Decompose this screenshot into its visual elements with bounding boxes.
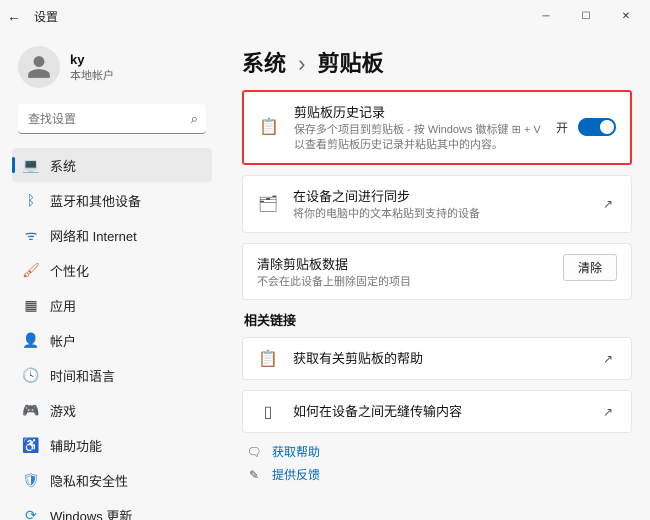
sidebar-item-label: 隐私和安全性 — [50, 471, 128, 490]
apps-icon: ▦ — [22, 297, 40, 314]
close-button[interactable]: ✕ — [606, 2, 646, 30]
update-icon: ⟳ — [22, 507, 40, 520]
card-title: 剪贴板历史记录 — [294, 102, 542, 121]
main-panel: 系统 › 剪贴板 📋 剪贴板历史记录 保存多个项目到剪贴板 - 按 Window… — [220, 32, 650, 520]
sidebar-item-personalization[interactable]: 🖌 个性化 — [12, 253, 212, 287]
sidebar-item-label: 时间和语言 — [50, 366, 115, 385]
app-title: 设置 — [34, 8, 58, 25]
breadcrumb-sep: › — [298, 51, 305, 76]
gaming-icon: 🎮 — [22, 402, 40, 419]
related-link-help-clipboard[interactable]: 📋 获取有关剪贴板的帮助 ↗ — [242, 337, 632, 380]
help-icon: 🗨 — [246, 445, 262, 459]
maximize-button[interactable]: ☐ — [566, 2, 606, 30]
open-external-icon[interactable]: ↗ — [599, 405, 617, 419]
sidebar-item-network[interactable]: ᯤ 网络和 Internet — [12, 218, 212, 252]
nav: 💻系统 ᛒ蓝牙和其他设备 ᯤ网络和 Internet 🖌个性化 ▦应用 👤帐户 … — [12, 148, 212, 520]
sidebar-item-label: Windows 更新 — [50, 506, 132, 520]
card-subtitle: 将你的电脑中的文本粘贴到支持的设备 — [293, 207, 585, 222]
link-label: 提供反馈 — [272, 466, 320, 483]
accessibility-icon: ♿ — [22, 437, 40, 454]
card-title: 在设备之间进行同步 — [293, 186, 585, 205]
sidebar-item-bluetooth[interactable]: ᛒ 蓝牙和其他设备 — [12, 183, 212, 217]
clipboard-icon: 📋 — [258, 117, 280, 137]
search-input[interactable] — [18, 104, 206, 134]
card-subtitle: 不会在此设备上删除固定的项目 — [257, 275, 549, 290]
wifi-icon: ᯤ — [22, 226, 40, 245]
sidebar-item-label: 系统 — [50, 156, 76, 175]
give-feedback-link[interactable]: ✎ 提供反馈 — [246, 466, 632, 483]
card-title: 清除剪贴板数据 — [257, 254, 549, 273]
clear-button[interactable]: 清除 — [563, 254, 617, 281]
card-clipboard-history: 📋 剪贴板历史记录 保存多个项目到剪贴板 - 按 Windows 徽标键 ⊞ +… — [242, 90, 632, 165]
user-name: ky — [70, 52, 114, 67]
user-block[interactable]: ky 本地帐户 — [12, 40, 212, 98]
sidebar-item-label: 个性化 — [50, 261, 89, 280]
breadcrumb: 系统 › 剪贴板 — [242, 46, 632, 78]
feedback-icon: ✎ — [246, 468, 262, 482]
search-icon: ⌕ — [191, 111, 198, 127]
sidebar-item-gaming[interactable]: 🎮 游戏 — [12, 393, 212, 427]
card-sync[interactable]: 🗂 在设备之间进行同步 将你的电脑中的文本粘贴到支持的设备 ↗ — [242, 175, 632, 233]
back-button[interactable]: ← — [4, 8, 24, 24]
sidebar-item-label: 游戏 — [50, 401, 76, 420]
sidebar-item-accessibility[interactable]: ♿ 辅助功能 — [12, 428, 212, 462]
device-icon: ▯ — [257, 402, 279, 422]
user-subtitle: 本地帐户 — [70, 67, 114, 83]
search-wrap: ⌕ — [18, 104, 206, 134]
breadcrumb-root[interactable]: 系统 — [242, 51, 286, 76]
open-external-icon[interactable]: ↗ — [599, 352, 617, 366]
bluetooth-icon: ᛒ — [22, 192, 40, 208]
sidebar-item-label: 帐户 — [50, 331, 76, 350]
avatar — [18, 46, 60, 88]
person-icon — [26, 54, 52, 80]
link-label: 获取有关剪贴板的帮助 — [293, 348, 585, 367]
get-help-link[interactable]: 🗨 获取帮助 — [246, 443, 632, 460]
sidebar-item-system[interactable]: 💻 系统 — [12, 148, 212, 182]
link-label: 获取帮助 — [272, 443, 320, 460]
sidebar-item-label: 网络和 Internet — [50, 226, 137, 245]
sidebar-item-accounts[interactable]: 👤 帐户 — [12, 323, 212, 357]
brush-icon: 🖌 — [22, 262, 40, 279]
clock-icon: 🕓 — [22, 367, 40, 384]
sidebar-item-label: 蓝牙和其他设备 — [50, 191, 141, 210]
link-label: 如何在设备之间无缝传输内容 — [293, 401, 585, 420]
clipboard-history-toggle[interactable] — [578, 118, 616, 136]
clipboard-icon: 📋 — [257, 349, 279, 369]
sidebar-item-privacy[interactable]: 🛡 隐私和安全性 — [12, 463, 212, 497]
sidebar-item-label: 辅助功能 — [50, 436, 102, 455]
card-subtitle: 保存多个项目到剪贴板 - 按 Windows 徽标键 ⊞ + V 以查看剪贴板历… — [294, 123, 542, 153]
settings-window: ← 设置 ─ ☐ ✕ ky 本地帐户 ⌕ — [0, 0, 650, 520]
open-external-icon[interactable]: ↗ — [599, 197, 617, 211]
toggle-state-label: 开 — [556, 119, 568, 136]
minimize-button[interactable]: ─ — [526, 2, 566, 30]
sync-icon: 🗂 — [257, 194, 279, 214]
sidebar-item-apps[interactable]: ▦ 应用 — [12, 288, 212, 322]
sidebar-item-update[interactable]: ⟳ Windows 更新 — [12, 498, 212, 520]
sidebar-item-time[interactable]: 🕓 时间和语言 — [12, 358, 212, 392]
card-clear: 清除剪贴板数据 不会在此设备上删除固定的项目 清除 — [242, 243, 632, 301]
accounts-icon: 👤 — [22, 332, 40, 349]
breadcrumb-page: 剪贴板 — [318, 51, 384, 76]
shield-icon: 🛡 — [22, 472, 40, 489]
related-link-transfer[interactable]: ▯ 如何在设备之间无缝传输内容 ↗ — [242, 390, 632, 433]
titlebar: ← 设置 ─ ☐ ✕ — [0, 0, 650, 32]
footer-links: 🗨 获取帮助 ✎ 提供反馈 — [242, 443, 632, 483]
sidebar: ky 本地帐户 ⌕ 💻 系统 ᛒ 蓝牙和其他设备 ᯤ 网络和 Internet 🖌 个性… — [0, 32, 220, 520]
sidebar-item-label: 应用 — [50, 296, 76, 315]
system-icon: 💻 — [22, 157, 40, 174]
related-heading: 相关链接 — [244, 310, 632, 329]
